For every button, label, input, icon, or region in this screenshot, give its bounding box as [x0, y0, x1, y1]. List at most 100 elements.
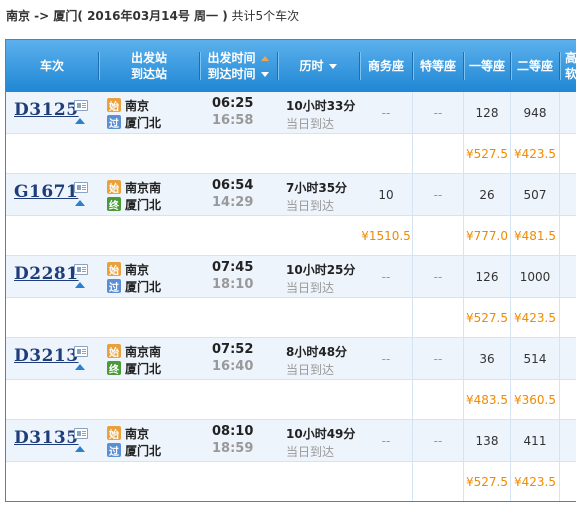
second-class-count: 411 — [523, 434, 547, 448]
first-class-price: ¥527.5 — [466, 475, 508, 489]
business-seat-count: -- — [381, 106, 391, 120]
departure-station: 始 南京 — [107, 262, 150, 277]
expand-up-icon[interactable] — [75, 118, 85, 124]
premium-seat-count: -- — [433, 270, 443, 284]
train-code-link[interactable]: D3135 — [14, 428, 79, 448]
station-badge: 终 — [107, 197, 121, 212]
sort-up-icon[interactable] — [260, 55, 269, 61]
first-class-count: 26 — [479, 188, 495, 202]
expand-up-icon[interactable] — [75, 200, 85, 206]
route-text: 南京 -> 厦门 — [6, 9, 78, 23]
ticket-info-icon[interactable] — [74, 182, 88, 193]
header-first-class: 一等座 — [468, 59, 505, 73]
train-row: D3135 始 南京 过 厦门北 08:10 18:59 10小时49分 当日到… — [6, 420, 576, 501]
arrival-day: 当日到达 — [286, 199, 335, 213]
expand-up-icon[interactable] — [75, 364, 85, 370]
header-duration[interactable]: 历时 — [278, 40, 358, 92]
price-row: ¥527.5 ¥423.5 — [6, 134, 576, 174]
first-class-count: 138 — [475, 434, 499, 448]
arrival-station: 过 厦门北 — [107, 279, 162, 294]
station-badge: 始 — [107, 98, 121, 113]
premium-seat-count: -- — [433, 352, 443, 366]
ticket-info-icon[interactable] — [74, 346, 88, 357]
first-class-price: ¥483.5 — [466, 393, 508, 407]
expand-up-icon[interactable] — [75, 282, 85, 288]
departure-station: 始 南京南 — [107, 180, 162, 195]
second-class-price: ¥423.5 — [514, 475, 556, 489]
expand-up-icon[interactable] — [75, 446, 85, 452]
first-class-count: 36 — [479, 352, 495, 366]
header-stations: 出发站 到达站 — [130, 51, 167, 81]
first-class-count: 128 — [475, 106, 499, 120]
business-seat-count: -- — [381, 434, 391, 448]
train-row: D3213 始 南京南 终 厦门北 07:52 16:40 8小时48分 当日到… — [6, 338, 576, 420]
header-times[interactable]: 出发时间 到达时间 — [200, 40, 276, 92]
price-row: ¥1510.5 ¥777.0 ¥481.5 — [6, 216, 576, 256]
arrival-station: 过 厦门北 — [107, 115, 162, 130]
departure-time: 06:25 — [212, 96, 254, 111]
arrival-time: 18:10 — [212, 277, 254, 292]
station-badge: 过 — [107, 443, 121, 458]
train-code-link[interactable]: D2281 — [14, 264, 79, 284]
premium-seat-count: -- — [433, 188, 443, 202]
train-main-row: D3125 始 南京 过 厦门北 06:25 16:58 10小时33分 当日到… — [6, 92, 576, 134]
station-badge: 始 — [107, 426, 121, 441]
query-summary: 南京 -> 厦门( 2016年03月14号 周一 ) 共计5个车次 — [6, 7, 299, 25]
ticket-info-icon[interactable] — [74, 100, 88, 111]
sort-down-icon[interactable] — [260, 71, 269, 77]
duration: 10小时49分 — [286, 427, 356, 441]
station-badge: 始 — [107, 344, 121, 359]
header-business-seat: 商务座 — [367, 59, 404, 73]
premium-seat-count: -- — [433, 434, 443, 448]
date-text: ( 2016年03月14号 周一 ) — [77, 9, 228, 23]
station-badge: 始 — [107, 180, 121, 195]
arrival-time: 14:29 — [212, 195, 254, 210]
ticket-info-icon[interactable] — [74, 264, 88, 275]
train-row: D2281 始 南京 过 厦门北 07:45 18:10 10小时25分 当日到… — [6, 256, 576, 338]
train-results-table: 车次 出发站 到达站 出发时间 到达时间 历时 商务座 特等座 一等座 二等座 — [5, 39, 576, 502]
departure-time: 08:10 — [212, 424, 254, 439]
train-row: D3125 始 南京 过 厦门北 06:25 16:58 10小时33分 当日到… — [6, 92, 576, 174]
departure-time: 06:54 — [212, 178, 254, 193]
business-seat-price — [360, 380, 412, 420]
business-seat-price: ¥1510.5 — [361, 229, 411, 243]
second-class-count: 507 — [523, 188, 547, 202]
second-class-price: ¥423.5 — [514, 311, 556, 325]
table-header: 车次 出发站 到达站 出发时间 到达时间 历时 商务座 特等座 一等座 二等座 — [6, 40, 576, 92]
header-soft-sleeper-cut: 高 软 — [564, 51, 576, 81]
arrival-time: 16:40 — [212, 359, 254, 374]
arrival-station: 终 厦门北 — [107, 197, 162, 212]
second-class-price: ¥423.5 — [514, 147, 556, 161]
arrival-day: 当日到达 — [286, 117, 335, 131]
duration: 8小时48分 — [286, 345, 348, 359]
train-main-row: D2281 始 南京 过 厦门北 07:45 18:10 10小时25分 当日到… — [6, 256, 576, 298]
departure-station: 始 南京 — [107, 426, 150, 441]
arrival-station: 过 厦门北 — [107, 443, 162, 458]
header-train-no: 车次 — [39, 59, 64, 73]
arrival-day: 当日到达 — [286, 445, 335, 459]
train-row: G1671 始 南京南 终 厦门北 06:54 14:29 7小时35分 当日到… — [6, 174, 576, 256]
departure-station: 始 南京南 — [107, 344, 162, 359]
business-seat-count: 10 — [378, 188, 394, 202]
first-class-price: ¥527.5 — [466, 311, 508, 325]
train-main-row: G1671 始 南京南 终 厦门北 06:54 14:29 7小时35分 当日到… — [6, 174, 576, 216]
header-second-class: 二等座 — [516, 59, 553, 73]
sort-down-icon[interactable] — [328, 63, 337, 69]
train-code-link[interactable]: D3213 — [14, 346, 79, 366]
price-row: ¥527.5 ¥423.5 — [6, 298, 576, 338]
ticket-info-icon[interactable] — [74, 428, 88, 439]
train-main-row: D3213 始 南京南 终 厦门北 07:52 16:40 8小时48分 当日到… — [6, 338, 576, 380]
train-code-link[interactable]: G1671 — [14, 182, 78, 202]
business-seat-price — [360, 462, 412, 501]
train-code-link[interactable]: D3125 — [14, 100, 79, 120]
business-seat-price — [360, 298, 412, 338]
station-badge: 终 — [107, 361, 121, 376]
second-class-count: 514 — [523, 352, 547, 366]
header-premium-seat: 特等座 — [419, 59, 456, 73]
first-class-price: ¥527.5 — [466, 147, 508, 161]
business-seat-count: -- — [381, 270, 391, 284]
duration: 10小时33分 — [286, 99, 356, 113]
departure-station: 始 南京 — [107, 98, 150, 113]
second-class-count: 948 — [523, 106, 547, 120]
arrival-time: 18:59 — [212, 441, 254, 456]
